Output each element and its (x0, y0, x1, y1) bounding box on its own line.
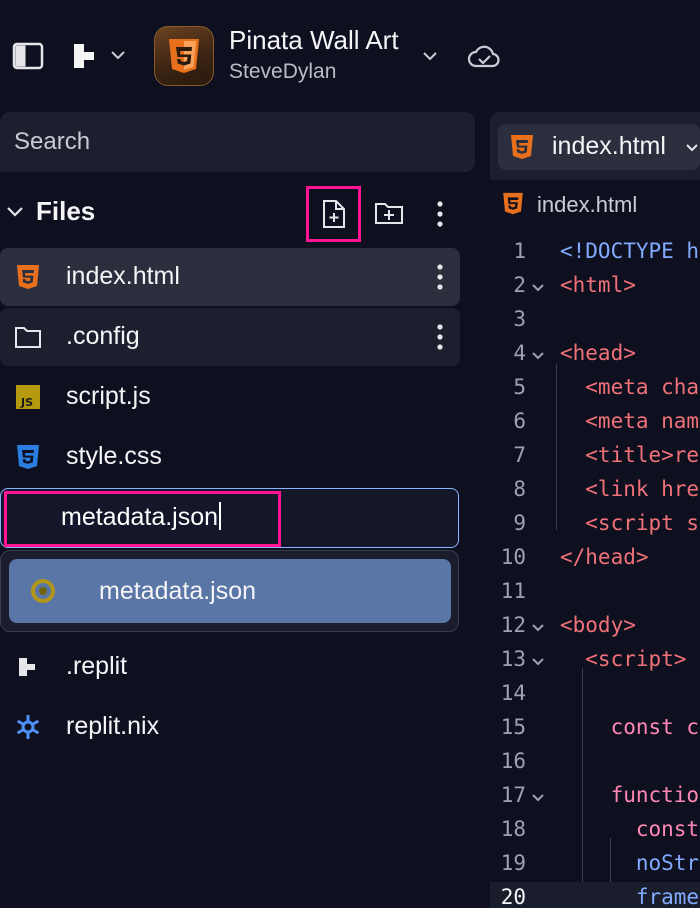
code-editor[interactable]: 1 <!DOCTYPE h 2 <html> 3 4 <head> 5 <meta c… (490, 228, 700, 908)
code-line: 2 <html> (513, 273, 636, 297)
html5-icon (502, 192, 526, 216)
text-caret (219, 502, 222, 531)
new-folder-button[interactable] (368, 192, 410, 234)
new-file-name-value: metadata.json (61, 502, 222, 532)
replit-logo-icon (74, 44, 125, 68)
folder-icon (14, 323, 42, 351)
chevron-down-icon[interactable] (418, 44, 442, 68)
tab-label: index.html (552, 132, 666, 160)
json-file-icon (29, 577, 57, 605)
suggestion-item[interactable]: metadata.json (9, 559, 451, 623)
new-file-icon (322, 200, 345, 228)
fold-chevron-icon[interactable] (530, 654, 546, 670)
file-item-replit[interactable]: .replit (0, 638, 460, 696)
suggestion-label: metadata.json (99, 577, 257, 605)
javascript-icon: JS (14, 383, 42, 411)
files-label[interactable]: Files (36, 196, 95, 227)
new-file-name-input[interactable]: metadata.json (0, 488, 459, 548)
code-line: 9 <script s (513, 511, 700, 535)
replit-icon (14, 653, 42, 681)
code-line: 19 noStr (500, 851, 700, 875)
replit-menu-button[interactable] (70, 38, 132, 74)
svg-text:JS: JS (20, 396, 33, 409)
code-line: 10 </head> (500, 545, 649, 569)
file-name: .config (66, 322, 140, 350)
file-name: replit.nix (66, 712, 160, 740)
html5-icon (510, 134, 536, 160)
code-line: 18 const (500, 817, 700, 841)
code-line: 16 (500, 749, 526, 773)
file-item-script-js[interactable]: JS script.js (0, 368, 460, 426)
breadcrumb: index.html (490, 180, 700, 228)
code-line: 5 <meta cha (513, 375, 700, 399)
code-line: 6 <meta nam (513, 409, 700, 433)
app-title[interactable]: Pinata Wall Art (229, 25, 399, 56)
app-icon[interactable] (154, 26, 214, 86)
code-line: 1 <!DOCTYPE h (513, 239, 700, 263)
fold-chevron-icon[interactable] (530, 790, 546, 806)
editor-pane: index.html index.html 1 <!DOCTYPE h 2 <htm… (490, 112, 700, 908)
file-name: index.html (66, 262, 180, 290)
css3-icon (14, 443, 42, 471)
code-line-current: 20 frame (490, 882, 700, 908)
html5-icon (169, 39, 199, 73)
collapse-chevron-icon[interactable] (4, 201, 26, 223)
chevron-down-icon[interactable] (684, 140, 700, 156)
file-item-index-html[interactable]: index.html (0, 248, 460, 306)
file-name: script.js (66, 382, 151, 410)
code-line: 3 (513, 307, 526, 331)
file-item-style-css[interactable]: style.css (0, 428, 460, 486)
code-line: 14 (500, 681, 526, 705)
file-item-replit-nix[interactable]: replit.nix (0, 698, 460, 756)
row-menu-icon[interactable] (428, 320, 452, 354)
filename-suggestions: metadata.json (0, 550, 459, 632)
files-header: Files (0, 186, 476, 242)
file-sidebar: Search Files index.html .config JS scrip… (0, 108, 476, 908)
folder-item-config[interactable]: .config (0, 308, 460, 366)
breadcrumb-label[interactable]: index.html (537, 192, 637, 218)
files-menu-icon[interactable] (426, 194, 454, 234)
fold-chevron-icon[interactable] (530, 348, 546, 364)
sidebar-toggle-icon[interactable] (12, 40, 44, 72)
cloud-check-icon[interactable] (466, 40, 502, 72)
file-name: style.css (66, 442, 162, 470)
search-input[interactable]: Search (0, 112, 475, 172)
app-owner[interactable]: SteveDylan (229, 60, 336, 84)
top-bar: Pinata Wall Art SteveDylan (0, 0, 700, 108)
fold-chevron-icon[interactable] (530, 620, 546, 636)
file-name: .replit (66, 652, 128, 680)
fold-chevron-icon[interactable] (530, 280, 546, 296)
code-line: 17 functio (500, 783, 700, 807)
row-menu-icon[interactable] (428, 260, 452, 294)
html5-icon (14, 263, 42, 291)
nix-snowflake-icon (14, 713, 42, 741)
code-line: 11 (500, 579, 526, 603)
code-line: 4 <head> (513, 341, 636, 365)
code-line: 15 const c (500, 715, 700, 739)
code-line: 12 <body> (500, 613, 636, 637)
new-folder-icon (375, 203, 403, 224)
tab-index-html[interactable]: index.html (498, 124, 700, 170)
code-line: 7 <title>re (513, 443, 700, 467)
code-line: 8 <link hre (513, 477, 700, 501)
new-file-button[interactable] (306, 186, 361, 242)
code-line: 13 <script> (500, 647, 687, 671)
